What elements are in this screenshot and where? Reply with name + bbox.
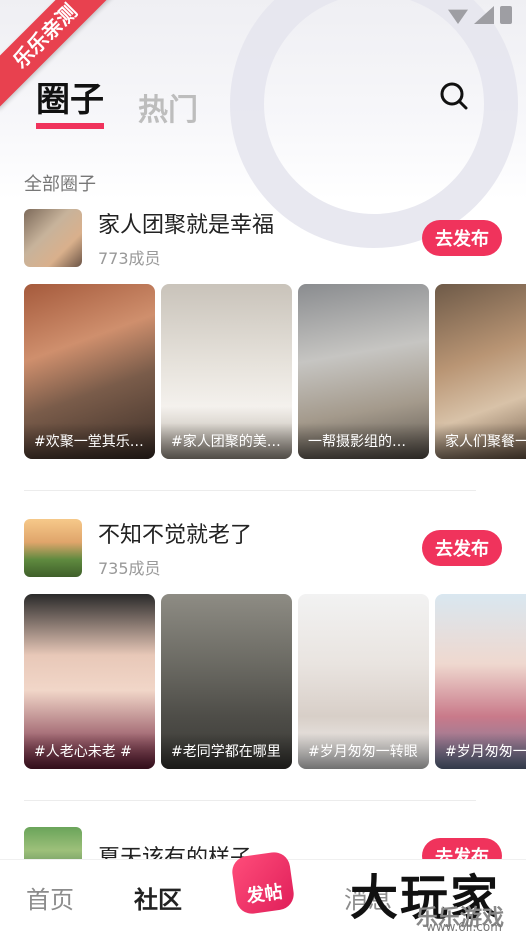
post-thumbnail[interactable]: #岁月匆匆一转眼 [298, 594, 429, 769]
search-icon[interactable] [440, 82, 468, 110]
status-bar [448, 6, 512, 24]
tab-hot[interactable]: 热门 [138, 85, 198, 129]
post-caption: #家人团聚的美好时光 [161, 423, 292, 459]
post-button[interactable]: 去发布 [422, 530, 502, 566]
post-caption: #欢聚一堂其乐融融 [24, 423, 155, 459]
watermark-url: www.6ll.com [426, 920, 502, 934]
circle-name: 不知不觉就老了 [98, 523, 253, 548]
post-caption: #岁月匆匆一 [435, 733, 526, 769]
nav-community[interactable]: 社区 [134, 880, 182, 915]
post-thumbnail[interactable]: #欢聚一堂其乐融融 [24, 284, 155, 459]
post-caption: #人老心未老 # [24, 733, 155, 769]
post-thumbnail[interactable]: #家人团聚的美好时光 [161, 284, 292, 459]
publish-label: 发帖 [245, 881, 284, 908]
post-thumbnail[interactable]: 一帮摄影组的朋友 [298, 284, 429, 459]
wifi-icon [448, 9, 468, 24]
member-count: 773成员 [98, 249, 161, 268]
post-caption: #老同学都在哪里 [161, 733, 292, 769]
section-title: 全部圈子 [24, 174, 96, 195]
circle-card[interactable]: 家人团聚就是幸福 773成员 去发布 [24, 208, 502, 268]
post-button[interactable]: 去发布 [422, 220, 502, 256]
post-thumbnail[interactable]: 家人们聚餐一 [435, 284, 526, 459]
nav-home[interactable]: 首页 [26, 880, 74, 915]
battery-icon [500, 6, 512, 24]
top-tabs: 圈子 热门 [36, 72, 198, 129]
divider [24, 490, 476, 491]
post-thumbnail[interactable]: #岁月匆匆一 [435, 594, 526, 769]
divider [24, 800, 476, 801]
post-caption: #岁月匆匆一转眼 [298, 733, 429, 769]
tab-circles[interactable]: 圈子 [36, 72, 104, 129]
publish-button[interactable]: 发帖 [230, 850, 296, 916]
post-thumbnails: #人老心未老 # #老同学都在哪里 #岁月匆匆一转眼 #岁月匆匆一 [24, 594, 526, 769]
post-caption: 家人们聚餐一 [435, 423, 526, 459]
circle-name: 家人团聚就是幸福 [98, 213, 275, 238]
circle-avatar [24, 209, 82, 267]
circle-card[interactable]: 不知不觉就老了 735成员 去发布 [24, 518, 502, 578]
circle-avatar [24, 519, 82, 577]
post-thumbnails: #欢聚一堂其乐融融 #家人团聚的美好时光 一帮摄影组的朋友 家人们聚餐一 [24, 284, 526, 459]
post-caption: 一帮摄影组的朋友 [298, 423, 429, 459]
signal-icon [474, 6, 494, 24]
post-thumbnail[interactable]: #老同学都在哪里 [161, 594, 292, 769]
member-count: 735成员 [98, 559, 161, 578]
post-thumbnail[interactable]: #人老心未老 # [24, 594, 155, 769]
